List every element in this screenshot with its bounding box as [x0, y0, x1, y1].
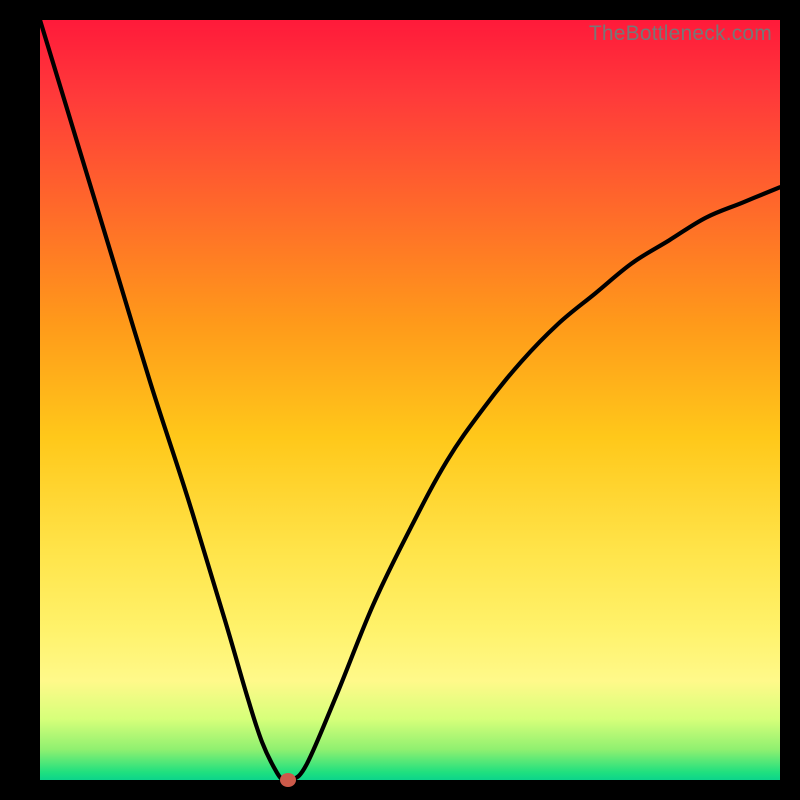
chart-frame: TheBottleneck.com — [0, 0, 800, 800]
curve-path — [40, 20, 780, 780]
minimum-marker — [280, 773, 296, 787]
bottleneck-curve — [40, 20, 780, 780]
plot-area: TheBottleneck.com — [40, 20, 780, 780]
